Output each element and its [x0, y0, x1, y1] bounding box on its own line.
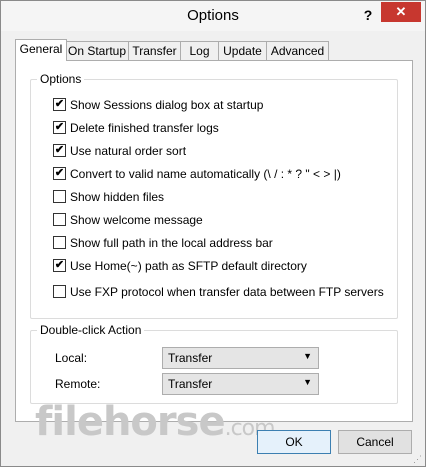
options-group: Options ✔ Show Sessions dialog box at st…: [30, 72, 398, 319]
close-icon: ✕: [395, 4, 407, 19]
remote-label: Remote:: [55, 377, 101, 391]
checkbox-checked[interactable]: ✔: [53, 98, 66, 111]
option-label: Delete finished transfer logs: [70, 121, 219, 135]
tab-general[interactable]: General: [15, 39, 67, 61]
checkbox-unchecked[interactable]: [53, 285, 66, 298]
check-icon: ✔: [54, 144, 65, 156]
option-label: Show welcome message: [70, 213, 203, 227]
option-label: Use FXP protocol when transfer data betw…: [70, 285, 384, 299]
tab-update[interactable]: Update: [218, 41, 267, 60]
ok-button[interactable]: OK: [257, 430, 331, 454]
remote-action-select[interactable]: Transfer ▼: [162, 373, 319, 395]
option-label: Convert to valid name automatically (\ /…: [70, 167, 341, 181]
double-click-group-label: Double-click Action: [37, 323, 145, 337]
check-icon: ✔: [54, 121, 65, 133]
double-click-group: Double-click Action Local: Transfer ▼ Re…: [30, 323, 398, 404]
option-label: Show hidden files: [70, 190, 165, 204]
cancel-button[interactable]: Cancel: [338, 430, 412, 454]
check-icon: ✔: [54, 167, 65, 179]
chevron-down-icon: ▼: [303, 377, 312, 387]
watermark-text: filehorse: [35, 399, 226, 445]
check-icon: ✔: [54, 98, 65, 110]
close-button[interactable]: ✕: [381, 2, 421, 22]
title-bar: Options ? ✕: [1, 1, 425, 31]
tab-transfer[interactable]: Transfer: [128, 41, 181, 60]
local-label: Local:: [55, 351, 88, 365]
local-action-value: Transfer: [168, 351, 213, 365]
tab-on-startup[interactable]: On Startup: [65, 41, 129, 60]
checkbox-checked[interactable]: ✔: [53, 121, 66, 134]
checkbox-checked[interactable]: ✔: [53, 167, 66, 180]
options-group-label: Options: [37, 72, 85, 86]
checkbox-checked[interactable]: ✔: [53, 259, 66, 272]
option-label: Use Home(~) path as SFTP default directo…: [70, 259, 307, 273]
local-action-select[interactable]: Transfer ▼: [162, 347, 319, 369]
resize-grip-icon[interactable]: ⋰: [413, 454, 423, 464]
general-panel: Options ✔ Show Sessions dialog box at st…: [15, 60, 413, 422]
chevron-down-icon: ▼: [303, 351, 312, 361]
help-button[interactable]: ?: [357, 5, 379, 25]
checkbox-unchecked[interactable]: [53, 213, 66, 226]
option-label: Show full path in the local address bar: [70, 236, 273, 250]
checkbox-unchecked[interactable]: [53, 236, 66, 249]
checkbox-unchecked[interactable]: [53, 190, 66, 203]
tab-advanced[interactable]: Advanced: [266, 41, 329, 60]
check-icon: ✔: [54, 259, 65, 271]
options-dialog: Options ? ✕ General On Startup Transfer …: [0, 0, 426, 467]
watermark-logo: filehorse.com: [35, 399, 276, 445]
option-label: Show Sessions dialog box at startup: [70, 98, 264, 112]
option-label: Use natural order sort: [70, 144, 187, 158]
checkbox-checked[interactable]: ✔: [53, 144, 66, 157]
remote-action-value: Transfer: [168, 377, 213, 391]
tab-log[interactable]: Log: [180, 41, 219, 60]
